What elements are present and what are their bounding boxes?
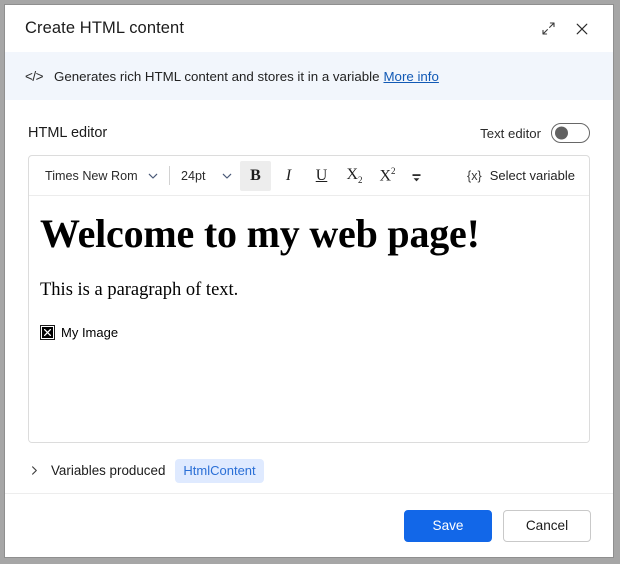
bold-icon: B xyxy=(250,166,261,184)
content-heading: Welcome to my web page! xyxy=(40,211,480,256)
superscript-icon: X2 xyxy=(379,165,396,185)
bold-button[interactable]: B xyxy=(240,160,271,191)
expand-icon xyxy=(541,21,556,36)
screen: Create HTML content </> Generates rich H… xyxy=(0,0,620,564)
dialog-footer: Save Cancel xyxy=(5,493,613,557)
variables-produced-label: Variables produced xyxy=(51,463,166,479)
more-info-link[interactable]: More info xyxy=(383,69,438,84)
font-size-dropdown[interactable]: 24pt xyxy=(177,161,240,191)
chevron-down-icon xyxy=(143,170,163,182)
banner-description: Generates rich HTML content and stores i… xyxy=(54,68,380,84)
page-title: Create HTML content xyxy=(25,19,185,37)
subscript-button[interactable]: X2 xyxy=(339,161,370,191)
image-alt-text: My Image xyxy=(61,324,119,340)
select-variable-button[interactable]: {x} Select variable xyxy=(467,161,581,191)
editor-content-area[interactable]: Welcome to my web page! This is a paragr… xyxy=(29,196,589,442)
editor-toolbar: Times New Rom 24pt B I U X2 X2 {x} Selec… xyxy=(29,156,589,196)
text-editor-toggle[interactable] xyxy=(551,123,590,143)
text-editor-toggle-label: Text editor xyxy=(480,125,541,141)
variables-produced-row[interactable]: Variables produced HtmlContent xyxy=(28,459,590,483)
variable-braces-icon: {x} xyxy=(467,168,482,183)
italic-button[interactable]: I xyxy=(273,161,304,191)
content-image-placeholder: My Image xyxy=(40,324,578,340)
html-editor-label: HTML editor xyxy=(28,125,108,141)
variable-pill-htmlcontent[interactable]: HtmlContent xyxy=(175,459,264,483)
superscript-button[interactable]: X2 xyxy=(372,161,403,191)
subscript-icon: X2 xyxy=(346,165,363,186)
editor-section-header: HTML editor Text editor xyxy=(28,111,590,155)
font-size-value: 24pt xyxy=(181,168,206,183)
save-button[interactable]: Save xyxy=(404,509,492,542)
close-button[interactable] xyxy=(565,14,599,44)
expand-button[interactable] xyxy=(531,14,565,44)
close-icon xyxy=(574,21,590,37)
text-editor-toggle-group: Text editor xyxy=(480,123,590,143)
italic-icon: I xyxy=(285,166,292,184)
chevron-down-icon xyxy=(217,170,237,182)
dialog-body: HTML editor Text editor Times New Rom 24… xyxy=(5,100,613,493)
toolbar-overflow-button[interactable] xyxy=(407,161,425,191)
broken-image-icon xyxy=(40,324,55,340)
underline-button[interactable]: U xyxy=(306,161,337,191)
font-family-value: Times New Rom xyxy=(45,168,137,183)
toolbar-separator xyxy=(169,166,170,185)
toggle-knob xyxy=(555,126,568,140)
html-editor-panel: Times New Rom 24pt B I U X2 X2 {x} Selec… xyxy=(28,155,590,443)
dialog-titlebar: Create HTML content xyxy=(5,5,613,52)
font-family-dropdown[interactable]: Times New Rom xyxy=(41,161,166,191)
code-icon: </> xyxy=(25,68,44,84)
info-banner: </> Generates rich HTML content and stor… xyxy=(5,52,613,100)
underline-icon: U xyxy=(315,166,328,184)
chevron-right-icon xyxy=(28,465,41,476)
select-variable-label: Select variable xyxy=(489,168,575,183)
content-paragraph: This is a paragraph of text. xyxy=(40,279,239,300)
create-html-content-dialog: Create HTML content </> Generates rich H… xyxy=(4,4,614,558)
cancel-button[interactable]: Cancel xyxy=(503,509,591,542)
overflow-more-icon xyxy=(411,171,422,189)
